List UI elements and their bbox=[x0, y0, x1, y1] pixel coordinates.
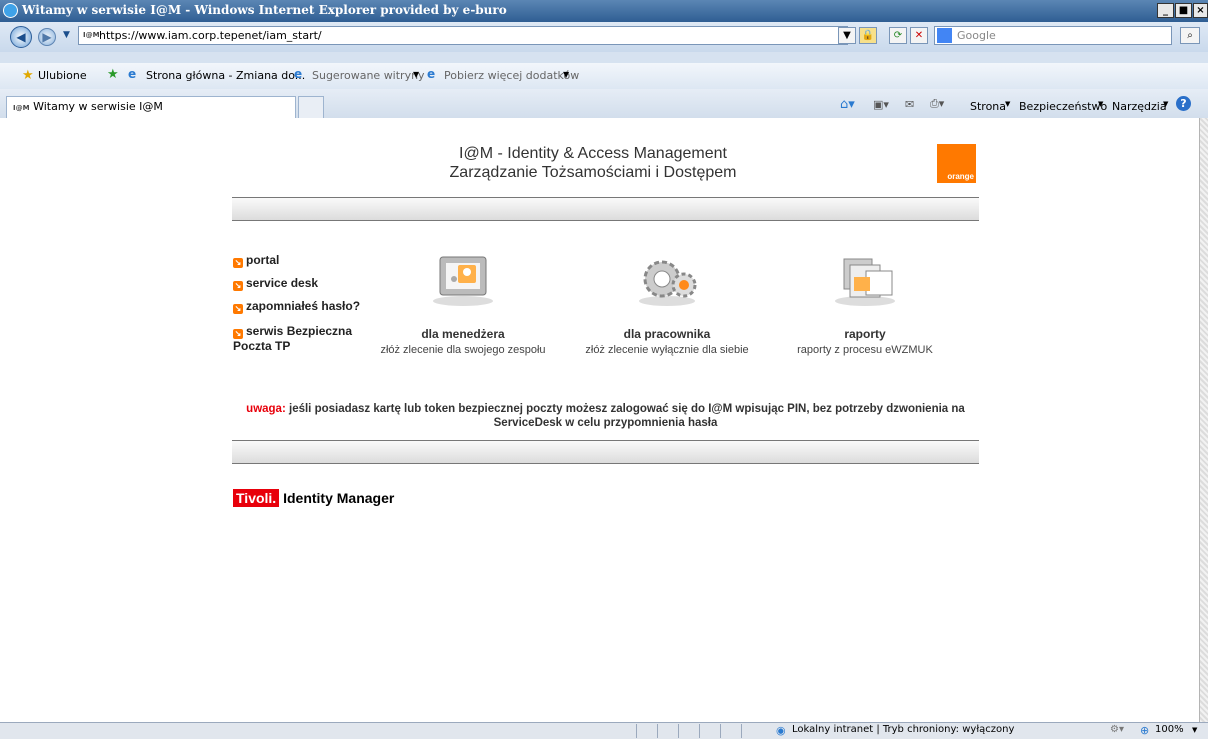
feeds-icon[interactable]: ▣▾ bbox=[873, 98, 889, 111]
tivoli-product: Identity Manager bbox=[283, 490, 395, 506]
page-menu[interactable]: Strona bbox=[970, 100, 1006, 113]
status-segment bbox=[636, 724, 657, 738]
add-favorite-icon[interactable]: ★ bbox=[107, 67, 119, 82]
ie-page-icon: e bbox=[427, 67, 436, 81]
address-input[interactable]: I@M https://www.iam.corp.tepenet/iam_sta… bbox=[78, 26, 848, 45]
status-segment bbox=[741, 724, 770, 738]
close-button[interactable]: × bbox=[1193, 3, 1208, 18]
back-button[interactable]: ◀ bbox=[10, 26, 32, 48]
link-service-desk[interactable]: ↘ service desk bbox=[233, 276, 318, 291]
arrow-icon: ↘ bbox=[233, 304, 243, 314]
link-portal[interactable]: ↘ portal bbox=[233, 253, 279, 268]
link-forgot-password[interactable]: ↘ zapomniałeś hasło? bbox=[233, 299, 360, 314]
security-zone[interactable]: Lokalny intranet | Tryb chroniony: wyłąc… bbox=[792, 724, 1014, 735]
stop-icon[interactable]: ✕ bbox=[910, 27, 928, 44]
forward-button[interactable]: ▶ bbox=[38, 28, 56, 46]
address-url: https://www.iam.corp.tepenet/iam_start/ bbox=[99, 29, 322, 42]
status-segment bbox=[720, 724, 741, 738]
gears-icon[interactable] bbox=[632, 253, 702, 307]
status-segment bbox=[657, 724, 678, 738]
popup-blocker-icon[interactable]: ⚙▾ bbox=[1110, 724, 1124, 735]
print-icon[interactable]: ⎙▾ bbox=[930, 97, 944, 111]
minimize-button[interactable]: _ bbox=[1157, 3, 1174, 18]
zoom-level[interactable]: 100% bbox=[1155, 724, 1184, 735]
search-icon[interactable]: ⌕ bbox=[1180, 27, 1200, 44]
address-toolbar: ◀ ▶ ▼ I@M https://www.iam.corp.tepenet/i… bbox=[0, 22, 1208, 52]
orange-logo: orange bbox=[937, 144, 976, 183]
tools-menu[interactable]: Narzędzia bbox=[1112, 100, 1167, 113]
warning-text: jeśli posiadasz kartę lub token bezpiecz… bbox=[289, 403, 965, 429]
recent-pages-icon[interactable]: ▼ bbox=[63, 30, 70, 40]
favorites-button[interactable]: Ulubione bbox=[38, 69, 87, 82]
zoom-dropdown-icon[interactable]: ▼ bbox=[1192, 726, 1197, 734]
category-reports[interactable]: raporty raporty z procesu eWZMUK bbox=[745, 327, 985, 356]
mail-icon[interactable]: ✉ bbox=[905, 98, 914, 111]
tab-bar: I@M Witamy w serwisie I@M ⌂▾ ▣▾ ✉ ⎙▾ Str… bbox=[0, 89, 1208, 119]
tab-label: Witamy w serwisie I@M bbox=[33, 100, 163, 113]
address-dropdown-button[interactable]: ▼ bbox=[838, 27, 856, 44]
favorites-star-icon: ★ bbox=[22, 68, 34, 83]
category-title: raporty bbox=[844, 327, 886, 341]
status-segment bbox=[699, 724, 720, 738]
refresh-icon[interactable]: ⟳ bbox=[889, 27, 907, 44]
lock-icon[interactable]: 🔒 bbox=[859, 27, 877, 44]
chevron-down-icon[interactable]: ▼ bbox=[563, 70, 569, 79]
favorites-bar: ★ Ulubione ★ e Strona główna - Zmiana do… bbox=[0, 63, 1208, 89]
reports-icon[interactable] bbox=[830, 253, 900, 307]
arrow-icon: ↘ bbox=[233, 329, 243, 339]
ie-logo-icon bbox=[3, 3, 18, 18]
window-titlebar: Witamy w serwisie I@M - Windows Internet… bbox=[0, 0, 1208, 22]
ie-page-icon: e bbox=[128, 67, 137, 81]
chevron-down-icon: ▼ bbox=[1098, 100, 1104, 108]
new-tab-button[interactable] bbox=[298, 96, 324, 118]
site-favicon: I@M bbox=[83, 31, 100, 39]
manager-icon[interactable] bbox=[428, 253, 498, 307]
page-subtitle: Zarządzanie Tożsamościami i Dostępem bbox=[449, 164, 737, 181]
tab-active[interactable]: I@M Witamy w serwisie I@M bbox=[6, 96, 296, 118]
tivoli-brand: Tivoli. bbox=[233, 489, 280, 507]
google-icon bbox=[937, 28, 952, 43]
chevron-down-icon: ▼ bbox=[1005, 100, 1011, 108]
header-band bbox=[232, 197, 979, 221]
warning-label: uwaga: bbox=[246, 403, 286, 415]
home-icon[interactable]: ⌂▾ bbox=[840, 97, 855, 112]
zoom-icon: ⊕ bbox=[1140, 724, 1150, 737]
footer-band bbox=[232, 440, 979, 464]
maximize-button[interactable]: ■ bbox=[1175, 3, 1192, 18]
help-icon[interactable]: ? bbox=[1176, 96, 1191, 111]
tab-favicon: I@M bbox=[13, 104, 30, 112]
arrow-icon: ↘ bbox=[233, 258, 243, 268]
status-bar: ◉ Lokalny intranet | Tryb chroniony: wył… bbox=[0, 722, 1208, 739]
logo-text: orange bbox=[947, 172, 974, 181]
chevron-down-icon[interactable]: ▼ bbox=[413, 70, 419, 79]
favorite-suggested[interactable]: Sugerowane witryny bbox=[312, 69, 425, 82]
search-input[interactable]: Google bbox=[934, 26, 1172, 45]
warning-notice: uwaga: jeśli posiadasz kartę lub token b… bbox=[232, 402, 979, 430]
search-placeholder: Google bbox=[957, 29, 996, 42]
ie-page-icon: e bbox=[294, 67, 303, 81]
favorite-home[interactable]: Strona główna - Zmiana do... bbox=[146, 69, 305, 82]
page-title: I@M - Identity & Access Management bbox=[459, 145, 727, 162]
intranet-zone-icon: ◉ bbox=[776, 724, 786, 737]
status-segment bbox=[678, 724, 699, 738]
category-desc: raporty z procesu eWZMUK bbox=[797, 344, 933, 356]
arrow-icon: ↘ bbox=[233, 281, 243, 291]
chevron-down-icon: ▼ bbox=[1163, 100, 1169, 108]
favorite-addons[interactable]: Pobierz więcej dodatków bbox=[444, 69, 579, 82]
vertical-scrollbar[interactable] bbox=[1199, 118, 1208, 722]
safety-menu[interactable]: Bezpieczeństwo bbox=[1019, 100, 1107, 113]
window-title: Witamy w serwisie I@M - Windows Internet… bbox=[22, 3, 507, 17]
tivoli-logo: Tivoli. Identity Manager bbox=[233, 489, 395, 507]
toolbar-separator bbox=[0, 52, 1208, 63]
